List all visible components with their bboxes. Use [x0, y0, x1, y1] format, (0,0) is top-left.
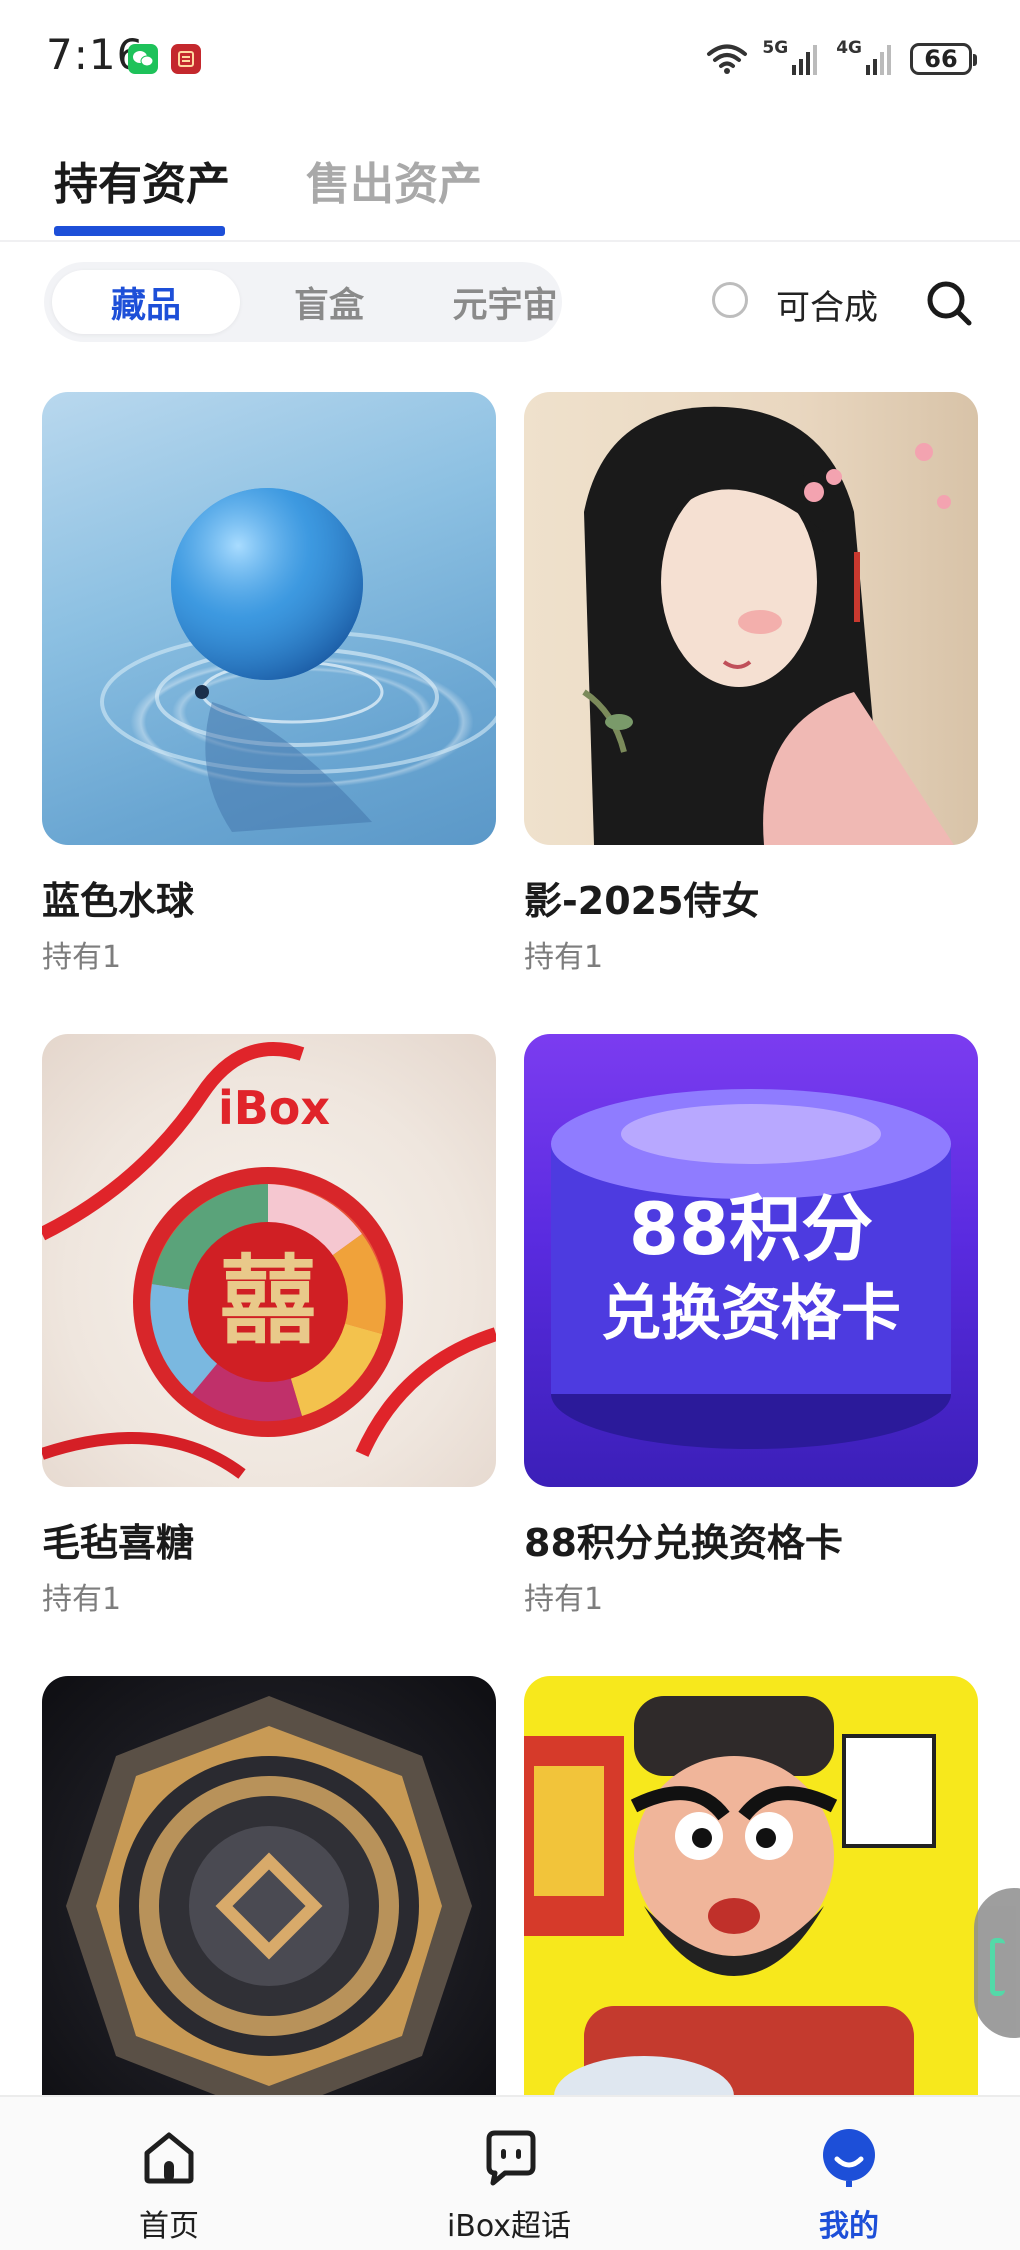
nav-home-label: 首页 [139, 2209, 199, 2244]
page: 7:16 5G 4G 66 持有资产 售出资产 藏品 盲盒 元宇宙 可合成 蓝色… [0, 0, 1020, 2250]
floating-service-button[interactable] [974, 1888, 1020, 2038]
news-app-notification-icon [171, 44, 201, 74]
search-icon [927, 281, 972, 326]
card-holding-count: 持有1 [524, 1582, 604, 1617]
nav-ibox-topics-label: iBox超话 [446, 2209, 572, 2244]
segment-metaverse[interactable]: 元宇宙 [412, 270, 598, 334]
profile-icon [823, 2129, 875, 2187]
segment-blind-box[interactable]: 盲盒 [240, 270, 418, 334]
card-title: 影-2025侍女 [524, 879, 760, 923]
category-segmented-control: 藏品 盲盒 元宇宙 [44, 262, 562, 342]
home-icon [144, 2132, 194, 2184]
composable-radio[interactable] [712, 282, 748, 318]
signal-4g-icon [866, 45, 891, 75]
network-4g-label: 4G [836, 38, 862, 58]
zhong-kui-cartoon-image [524, 1676, 978, 2129]
nav-ibox-topics[interactable]: iBox超话 [389, 2097, 629, 2250]
search-button[interactable] [924, 278, 974, 328]
card-title: 毛毡喜糖 [42, 1521, 195, 1565]
card-holding-count: 持有1 [42, 940, 122, 975]
card-art-line-1: 88积分 [629, 1187, 873, 1271]
status-bar: 7:16 5G 4G 66 [0, 0, 1020, 118]
candy-double-happiness-symbol: 囍 [220, 1245, 316, 1357]
card-holding-count: 持有1 [524, 940, 604, 975]
network-5g-label: 5G [762, 38, 789, 58]
maiden-painting-image [524, 392, 978, 845]
points-qualification-card-image: 88积分 兑换资格卡 [524, 1034, 978, 1487]
wechat-notification-icon [128, 44, 158, 74]
felt-wedding-candy-image: 囍 iBox [42, 1034, 496, 1487]
signal-5g-icon [792, 45, 818, 75]
card-title: 蓝色水球 [42, 879, 195, 923]
card-art-line-2: 兑换资格卡 [601, 1279, 901, 1349]
golden-medal-image [42, 1676, 496, 2129]
chat-icon [486, 2130, 536, 2186]
asset-tabs: 持有资产 售出资产 [0, 118, 1020, 242]
card-title: 88积分兑换资格卡 [524, 1521, 843, 1565]
wifi-icon [707, 44, 748, 74]
tab-sold-assets[interactable]: 售出资产 [306, 148, 482, 212]
segment-collectibles[interactable]: 藏品 [52, 270, 240, 334]
tab-held-assets[interactable]: 持有资产 [54, 148, 230, 212]
nav-profile-label: 我的 [819, 2209, 879, 2244]
nav-profile[interactable]: 我的 [729, 2097, 969, 2250]
blue-water-balloon-image [42, 392, 496, 845]
composable-label[interactable]: 可合成 [776, 280, 878, 329]
bottom-navigation: 首页 iBox超话 我的 [0, 2095, 1020, 2250]
card-holding-count: 持有1 [42, 1582, 122, 1617]
nav-home[interactable]: 首页 [49, 2097, 289, 2250]
active-tab-indicator [54, 226, 225, 236]
status-icons: 5G 4G 66 [706, 36, 977, 82]
candy-brand-text: iBox [218, 1081, 330, 1135]
battery-indicator: 66 [910, 43, 977, 75]
